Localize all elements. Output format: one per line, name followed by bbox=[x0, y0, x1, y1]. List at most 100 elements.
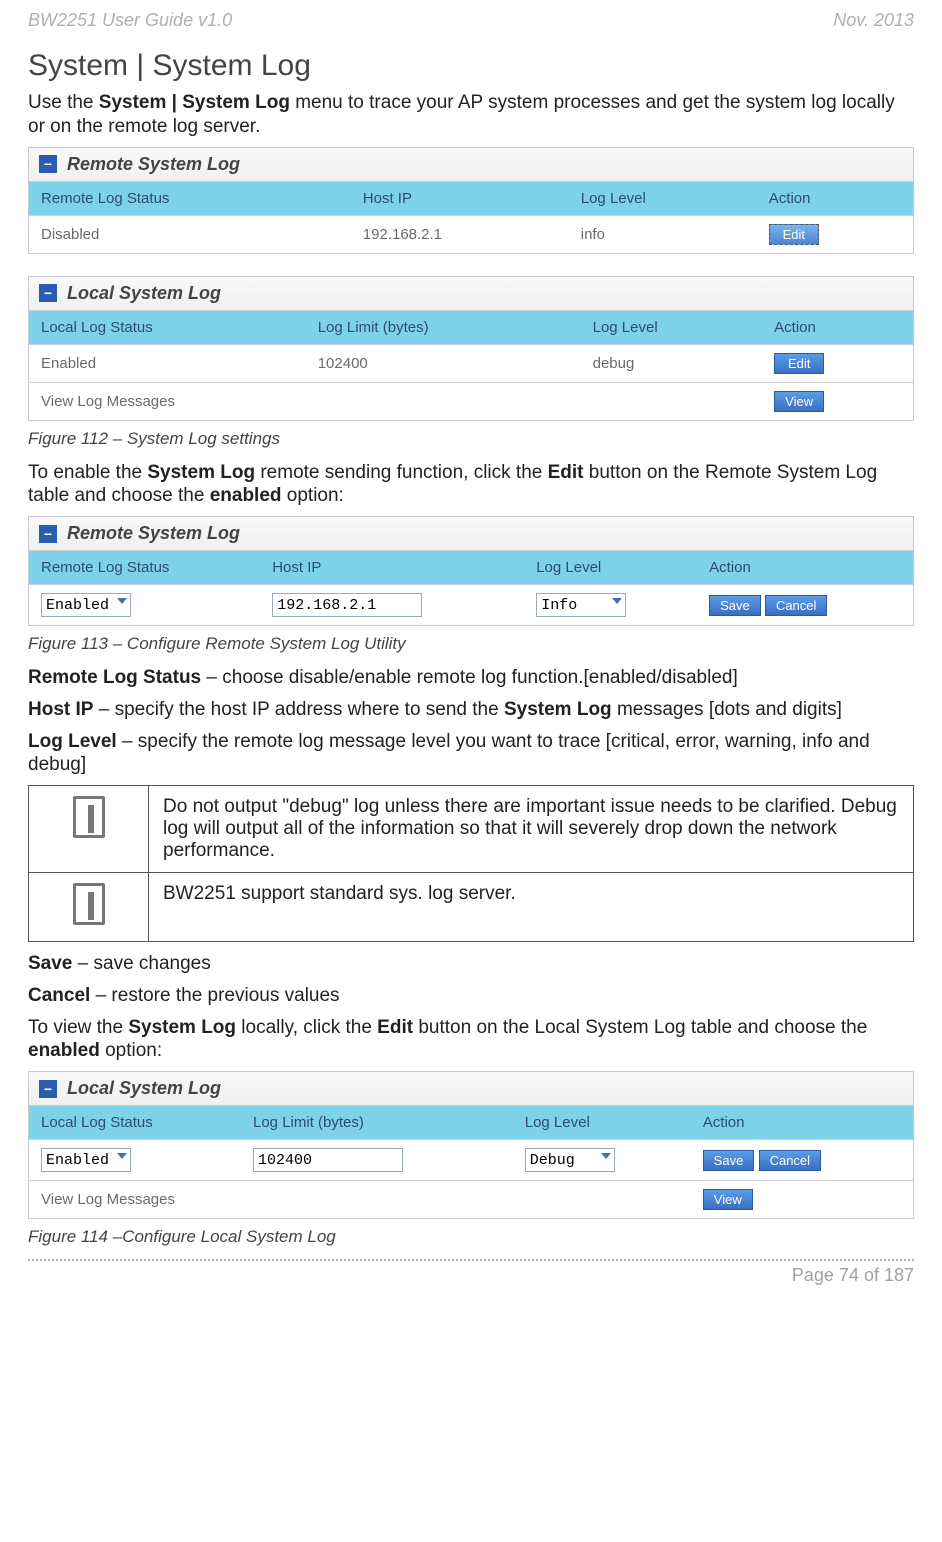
panel-title: Local System Log bbox=[67, 283, 221, 304]
cancel-button[interactable]: Cancel bbox=[759, 1150, 821, 1171]
desc-log-level: Log Level – specify the remote log messa… bbox=[28, 730, 914, 778]
table-row: Disabled 192.168.2.1 info Edit bbox=[29, 215, 913, 253]
table-header-row: Remote Log Status Host IP Log Level Acti… bbox=[29, 551, 913, 585]
figure-caption-113: Figure 113 – Configure Remote System Log… bbox=[28, 634, 914, 654]
info-icon-cell bbox=[29, 873, 149, 942]
col-action: Action bbox=[762, 310, 913, 344]
table-row: View Log Messages View bbox=[29, 382, 913, 420]
note-text-2: BW2251 support standard sys. log server. bbox=[149, 873, 914, 942]
page-header: BW2251 User Guide v1.0 Nov. 2013 bbox=[28, 10, 914, 31]
figure-caption-112: Figure 112 – System Log settings bbox=[28, 429, 914, 449]
save-button[interactable]: Save bbox=[709, 595, 761, 616]
col-status: Local Log Status bbox=[29, 310, 306, 344]
col-host: Host IP bbox=[260, 551, 524, 585]
cell-action: Save Cancel bbox=[697, 585, 913, 626]
page-footer: Page 74 of 187 bbox=[28, 1265, 914, 1286]
status-select[interactable] bbox=[41, 1148, 131, 1172]
enable-remote-paragraph: To enable the System Log remote sending … bbox=[28, 461, 914, 509]
panel-header-local-edit: − Local System Log bbox=[29, 1072, 913, 1105]
table-header-row: Remote Log Status Host IP Log Level Acti… bbox=[29, 181, 913, 215]
remote-log-table: Remote Log Status Host IP Log Level Acti… bbox=[29, 181, 913, 253]
cell-action: Edit bbox=[762, 344, 913, 382]
level-select[interactable] bbox=[536, 593, 626, 617]
table-row: View Log Messages View bbox=[29, 1181, 913, 1219]
cell-host bbox=[260, 585, 524, 626]
info-icon bbox=[73, 796, 105, 838]
note-row-1: Do not output "debug" log unless there a… bbox=[29, 786, 914, 873]
col-action: Action bbox=[697, 551, 913, 585]
col-level: Log Level bbox=[569, 181, 757, 215]
panel-header-remote: − Remote System Log bbox=[29, 148, 913, 181]
col-limit: Log Limit (bytes) bbox=[306, 310, 581, 344]
remote-edit-table: Remote Log Status Host IP Log Level Acti… bbox=[29, 550, 913, 625]
col-status: Remote Log Status bbox=[29, 181, 351, 215]
page-title: System | System Log bbox=[28, 49, 914, 83]
table-row: Enabled 102400 debug Edit bbox=[29, 344, 913, 382]
view-log-label: View Log Messages bbox=[29, 1181, 691, 1219]
doc-title: BW2251 User Guide v1.0 bbox=[28, 10, 232, 31]
cell-status: Disabled bbox=[29, 215, 351, 253]
col-action: Action bbox=[757, 181, 913, 215]
edit-button[interactable]: Edit bbox=[769, 224, 819, 245]
remote-log-edit-panel: − Remote System Log Remote Log Status Ho… bbox=[28, 516, 914, 626]
doc-date: Nov. 2013 bbox=[833, 10, 914, 31]
view-log-label: View Log Messages bbox=[29, 382, 762, 420]
collapse-icon: − bbox=[39, 155, 57, 173]
note-row-2: BW2251 support standard sys. log server. bbox=[29, 873, 914, 942]
view-local-paragraph: To view the System Log locally, click th… bbox=[28, 1016, 914, 1064]
host-ip-input[interactable] bbox=[272, 593, 422, 617]
local-log-table: Local Log Status Log Limit (bytes) Log L… bbox=[29, 310, 913, 420]
cell-level: info bbox=[569, 215, 757, 253]
view-button[interactable]: View bbox=[703, 1189, 753, 1210]
collapse-icon: − bbox=[39, 1080, 57, 1098]
edit-button[interactable]: Edit bbox=[774, 353, 824, 374]
col-host: Host IP bbox=[351, 181, 569, 215]
panel-title: Local System Log bbox=[67, 1078, 221, 1099]
panel-title: Remote System Log bbox=[67, 523, 240, 544]
cell-limit: 102400 bbox=[306, 344, 581, 382]
info-icon-cell bbox=[29, 786, 149, 873]
table-row: Save Cancel bbox=[29, 585, 913, 626]
view-button[interactable]: View bbox=[774, 391, 824, 412]
cell-level: debug bbox=[581, 344, 763, 382]
panel-header-local: − Local System Log bbox=[29, 277, 913, 310]
info-icon bbox=[73, 883, 105, 925]
desc-cancel: Cancel – restore the previous values bbox=[28, 984, 914, 1008]
page-divider bbox=[28, 1259, 914, 1261]
col-level: Log Level bbox=[513, 1106, 691, 1140]
remote-log-panel: − Remote System Log Remote Log Status Ho… bbox=[28, 147, 914, 254]
cell-status bbox=[29, 585, 260, 626]
info-notes-table: Do not output "debug" log unless there a… bbox=[28, 785, 914, 942]
local-edit-table: Local Log Status Log Limit (bytes) Log L… bbox=[29, 1105, 913, 1218]
cell-level bbox=[513, 1140, 691, 1181]
level-select[interactable] bbox=[525, 1148, 615, 1172]
col-status: Local Log Status bbox=[29, 1106, 241, 1140]
collapse-icon: − bbox=[39, 284, 57, 302]
cell-status bbox=[29, 1140, 241, 1181]
col-status: Remote Log Status bbox=[29, 551, 260, 585]
cell-level bbox=[524, 585, 697, 626]
collapse-icon: − bbox=[39, 525, 57, 543]
cell-action: View bbox=[691, 1181, 913, 1219]
cell-action: Edit bbox=[757, 215, 913, 253]
note-text-1: Do not output "debug" log unless there a… bbox=[149, 786, 914, 873]
cell-action: View bbox=[762, 382, 913, 420]
col-level: Log Level bbox=[524, 551, 697, 585]
cancel-button[interactable]: Cancel bbox=[765, 595, 827, 616]
cell-host: 192.168.2.1 bbox=[351, 215, 569, 253]
local-log-edit-panel: − Local System Log Local Log Status Log … bbox=[28, 1071, 914, 1219]
col-level: Log Level bbox=[581, 310, 763, 344]
cell-status: Enabled bbox=[29, 344, 306, 382]
save-button[interactable]: Save bbox=[703, 1150, 755, 1171]
panel-title: Remote System Log bbox=[67, 154, 240, 175]
status-select[interactable] bbox=[41, 593, 131, 617]
desc-remote-status: Remote Log Status – choose disable/enabl… bbox=[28, 666, 914, 690]
table-row: Save Cancel bbox=[29, 1140, 913, 1181]
panel-header-remote-edit: − Remote System Log bbox=[29, 517, 913, 550]
cell-limit bbox=[241, 1140, 513, 1181]
intro-paragraph: Use the System | System Log menu to trac… bbox=[28, 91, 914, 139]
log-limit-input[interactable] bbox=[253, 1148, 403, 1172]
cell-action: Save Cancel bbox=[691, 1140, 913, 1181]
col-limit: Log Limit (bytes) bbox=[241, 1106, 513, 1140]
desc-save: Save – save changes bbox=[28, 952, 914, 976]
